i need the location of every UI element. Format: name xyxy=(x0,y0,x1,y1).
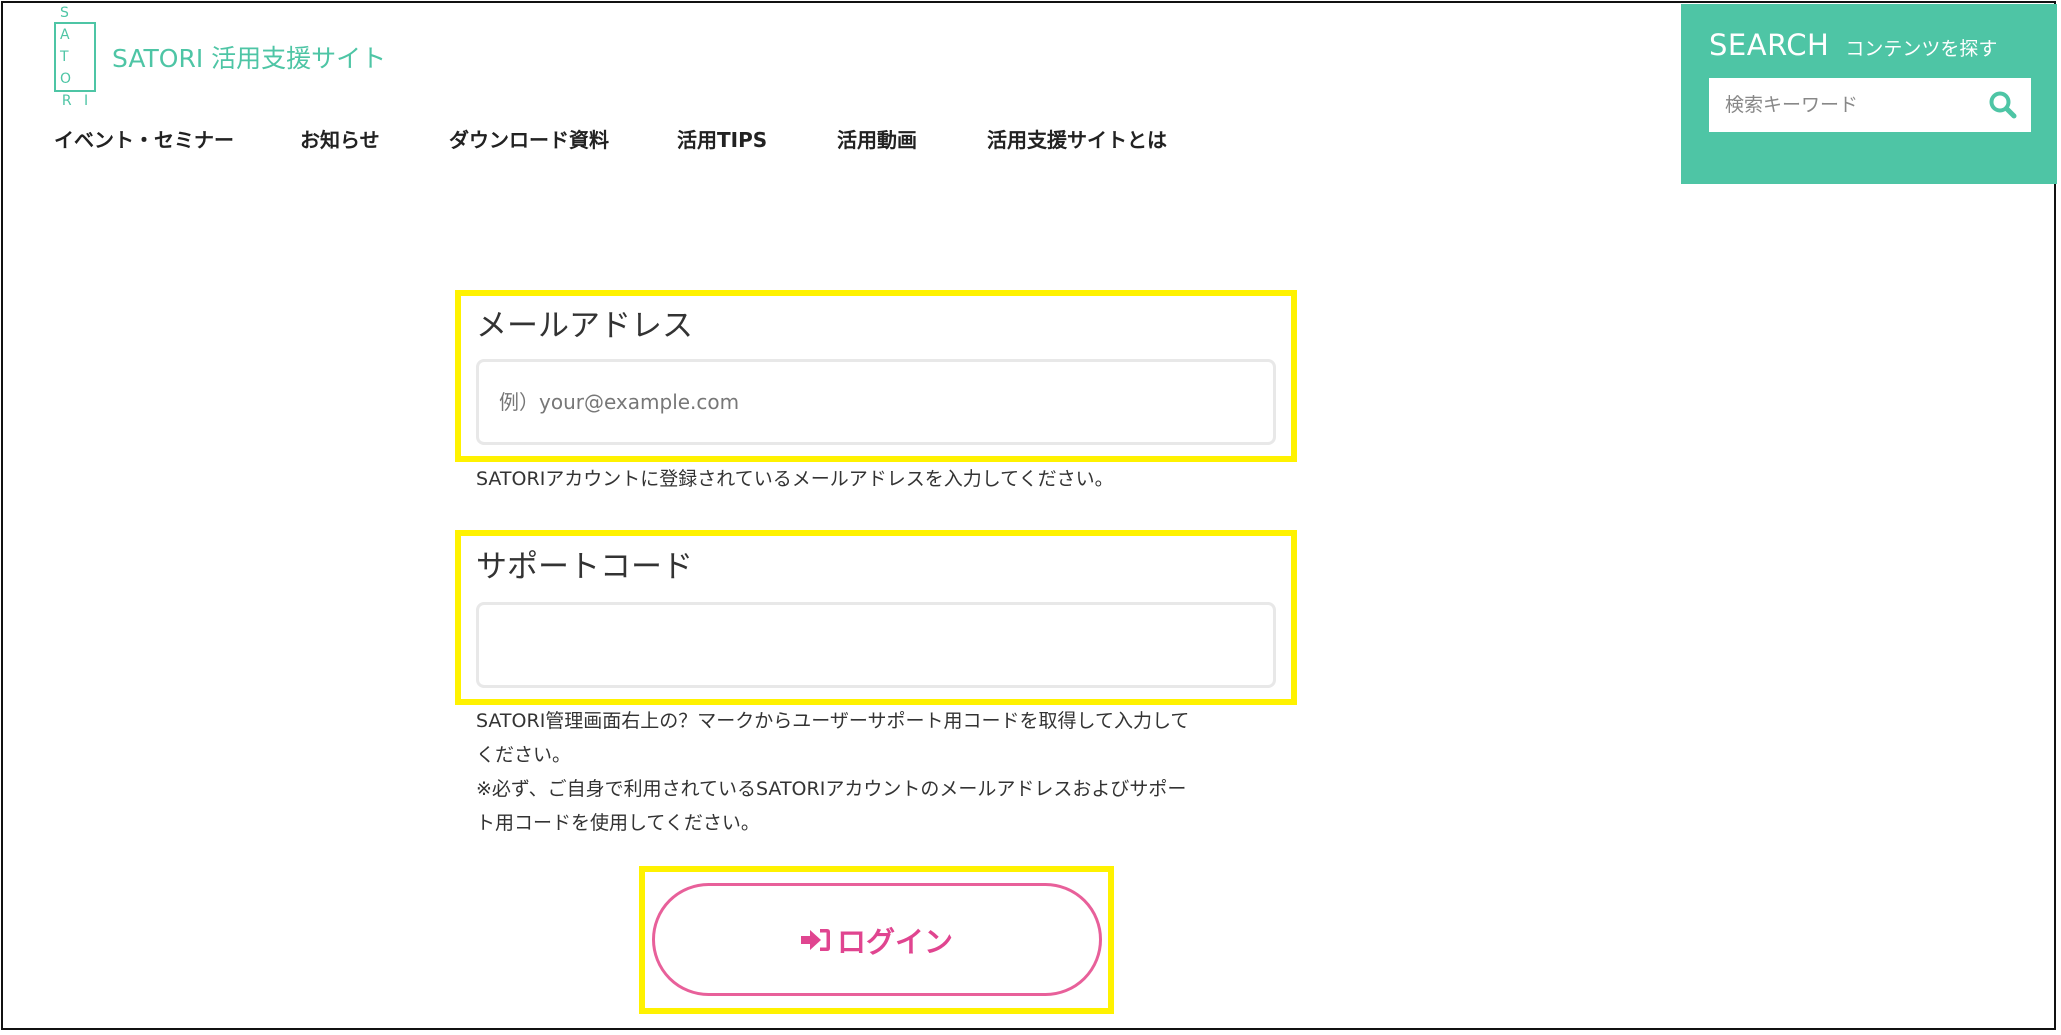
login-button-label: ログイン xyxy=(836,924,953,959)
search-input[interactable] xyxy=(1723,84,1985,126)
nav-item-tips[interactable]: 活用TIPS xyxy=(677,124,837,153)
support-code-field[interactable] xyxy=(476,602,1276,688)
logo-letters-row: R I xyxy=(61,93,93,109)
site-title[interactable]: SATORI 活用支援サイト xyxy=(112,39,386,75)
nav-item-news[interactable]: お知らせ xyxy=(300,124,449,153)
nav-item-downloads[interactable]: ダウンロード資料 xyxy=(449,124,677,153)
search-heading: SEARCH コンテンツを探す xyxy=(1709,28,2029,62)
logo-letters-row: T O xyxy=(60,49,76,87)
email-label: メールアドレス xyxy=(476,308,693,344)
nav-item-about[interactable]: 活用支援サイトとは xyxy=(987,124,1167,153)
site-logo[interactable]: S A T O R I SATORI 活用支援サイト xyxy=(54,5,386,109)
search-subtitle: コンテンツを探す xyxy=(1845,38,1998,60)
support-code-help-line: ※必ず、ご自身で利用されているSATORIアカウントのメールアドレスおよびサポー xyxy=(476,778,1187,800)
support-code-help: SATORI管理画面右上の？マークからユーザーサポート用コードを取得して入力して… xyxy=(476,704,1296,840)
logo-letters-row: S A xyxy=(60,5,74,43)
sign-in-icon xyxy=(800,927,831,953)
nav-item-events[interactable]: イベント・セミナー xyxy=(54,124,300,153)
support-code-help-line: ください。 xyxy=(476,744,572,766)
logo-mark: S A T O R I xyxy=(54,5,96,109)
support-code-help-line: ト用コードを使用してください。 xyxy=(476,812,760,834)
support-code-label: サポートコード xyxy=(476,549,693,585)
support-code-help-line: SATORI管理画面右上の？マークからユーザーサポート用コードを取得して入力して xyxy=(476,710,1190,732)
email-field[interactable] xyxy=(476,359,1276,445)
search-panel: SEARCH コンテンツを探す xyxy=(1681,4,2057,184)
search-box xyxy=(1709,78,2031,132)
search-icon[interactable] xyxy=(1985,87,2021,123)
search-title: SEARCH xyxy=(1709,28,1830,62)
login-button[interactable]: ログイン xyxy=(652,883,1102,996)
nav-item-videos[interactable]: 活用動画 xyxy=(837,124,987,153)
main-nav: イベント・セミナー お知らせ ダウンロード資料 活用TIPS 活用動画 活用支援… xyxy=(54,124,1167,153)
email-help: SATORIアカウントに登録されているメールアドレスを入力してください。 xyxy=(476,468,1114,490)
